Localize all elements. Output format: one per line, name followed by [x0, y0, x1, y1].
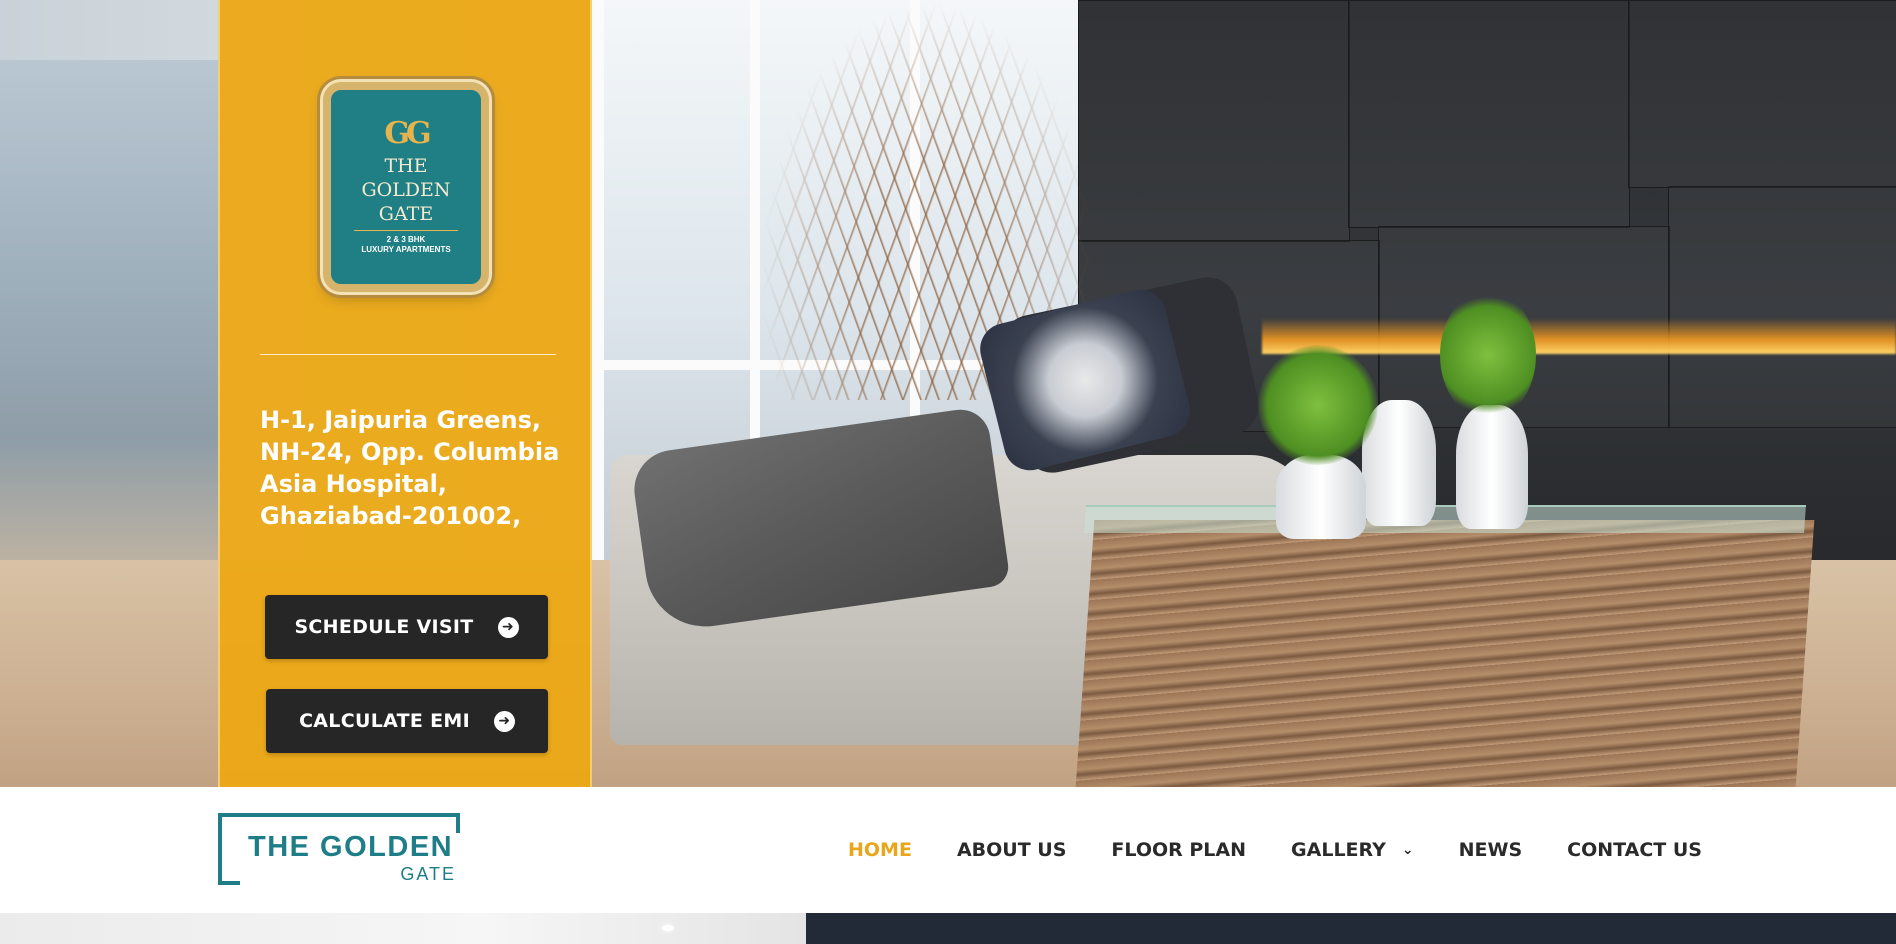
address-line: NH-24, Opp. Columbia [260, 438, 560, 466]
address-line: H-1, Jaipuria Greens, [260, 406, 542, 434]
next-section-image [0, 913, 806, 944]
nav-item-contact-us[interactable]: CONTACT US [1567, 839, 1702, 861]
nav-item-home[interactable]: HOME [848, 839, 912, 861]
emblem-tagline: 2 & 3 BHK [386, 235, 426, 244]
emblem-name-line: GATE [378, 203, 434, 225]
address-line: Asia Hospital, [260, 470, 447, 498]
calculate-emi-label: CALCULATE EMI [299, 710, 470, 732]
logo-subtitle: GATE [400, 864, 456, 884]
chevron-down-icon: ⌄ [1401, 842, 1414, 858]
emblem-divider [354, 230, 458, 231]
golden-gate-emblem-logo[interactable]: GG THE GOLDEN GATE 2 & 3 BHK LUXURY APAR… [323, 82, 489, 292]
nav-item-news[interactable]: NEWS [1459, 839, 1523, 861]
plant-image [1258, 345, 1378, 465]
wood-coffee-table-image [1075, 520, 1815, 787]
schedule-visit-button[interactable]: SCHEDULE VISIT ➜ [265, 595, 548, 659]
fireplace-flames [1262, 318, 1896, 354]
calculate-emi-button[interactable]: CALCULATE EMI ➜ [266, 689, 548, 753]
nav-item-floor-plan[interactable]: FLOOR PLAN [1111, 839, 1246, 861]
arrow-circle-right-icon: ➜ [497, 616, 519, 638]
panel-divider [260, 354, 556, 355]
city-view-background [0, 60, 220, 600]
site-logo[interactable]: THE GOLDEN GATE [218, 813, 460, 885]
info-panel: GG THE GOLDEN GATE 2 & 3 BHK LUXURY APAR… [218, 0, 592, 787]
ceiling-light [662, 925, 674, 931]
emblem-monogram: GG [384, 116, 431, 151]
address-line: Ghaziabad-201002, [260, 502, 522, 530]
hero-banner: GG THE GOLDEN GATE 2 & 3 BHK LUXURY APAR… [0, 0, 1896, 787]
vase-image [1456, 405, 1528, 529]
main-navbar: THE GOLDEN GATE HOME ABOUT US FLOOR PLAN… [0, 787, 1896, 913]
arrow-circle-right-icon: ➜ [493, 710, 515, 732]
glass-tabletop-image [1084, 505, 1806, 533]
grass-plant-image [1440, 290, 1536, 420]
nav-item-gallery-label: GALLERY [1291, 839, 1386, 861]
next-section-dark-panel [806, 913, 1896, 944]
schedule-visit-label: SCHEDULE VISIT [294, 616, 474, 638]
main-menu: HOME ABOUT US FLOOR PLAN GALLERY ⌄ NEWS … [848, 787, 1702, 913]
nav-item-about-us[interactable]: ABOUT US [957, 839, 1066, 861]
emblem-name-line: GOLDEN [361, 179, 451, 201]
project-address: H-1, Jaipuria Greens, NH-24, Opp. Columb… [260, 404, 560, 532]
emblem-name-line: THE [384, 155, 428, 177]
emblem-tagline: LUXURY APARTMENTS [361, 245, 451, 254]
logo-title: THE GOLDEN [248, 831, 454, 863]
planter-image [1276, 455, 1366, 539]
nav-item-gallery[interactable]: GALLERY ⌄ [1291, 839, 1414, 861]
